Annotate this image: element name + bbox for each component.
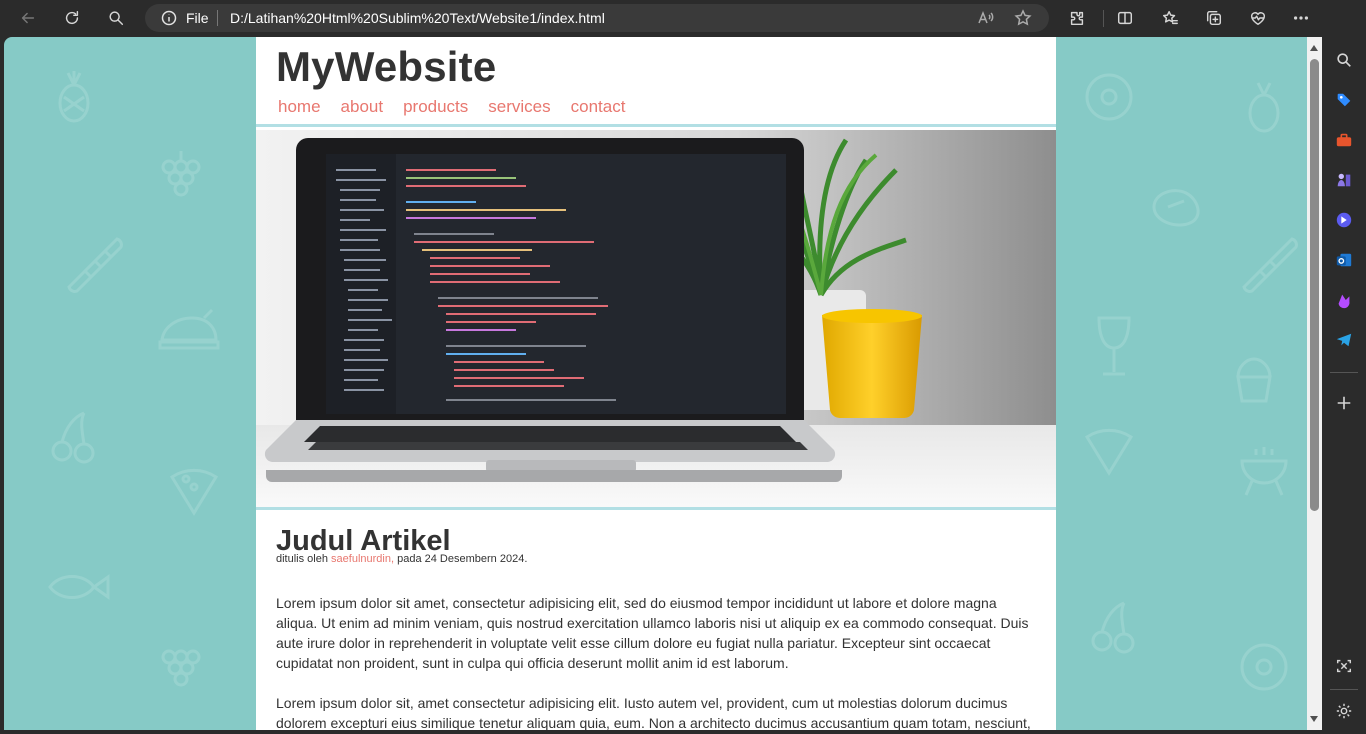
scroll-up-arrow-icon[interactable] bbox=[1310, 45, 1318, 51]
add-icon[interactable] bbox=[1334, 393, 1354, 413]
sidebar-divider bbox=[1330, 689, 1358, 690]
baguette-pattern-icon bbox=[59, 227, 129, 302]
nav-link-about[interactable]: about bbox=[341, 97, 384, 117]
favorite-star-icon[interactable] bbox=[1014, 9, 1032, 27]
donut-pattern-icon bbox=[1079, 67, 1139, 132]
nav-link-products[interactable]: products bbox=[403, 97, 468, 117]
browser-sidebar bbox=[1322, 0, 1366, 734]
telegram-icon[interactable] bbox=[1334, 330, 1354, 350]
website-container: MyWebsite home about products services c… bbox=[256, 37, 1056, 730]
donut-pattern-icon bbox=[1234, 637, 1294, 702]
scroll-down-arrow-icon[interactable] bbox=[1310, 716, 1318, 722]
games-icon[interactable] bbox=[1334, 170, 1354, 190]
info-icon[interactable] bbox=[161, 10, 177, 26]
article-paragraph: Lorem ipsum dolor sit amet, consectetur … bbox=[276, 595, 1029, 671]
shopping-tag-icon[interactable] bbox=[1334, 90, 1354, 110]
steak-pattern-icon bbox=[1144, 177, 1214, 242]
cherry-pattern-icon bbox=[44, 407, 104, 472]
screenshot-icon[interactable] bbox=[1334, 656, 1354, 676]
more-icon[interactable] bbox=[1286, 4, 1316, 32]
search-icon[interactable] bbox=[101, 4, 131, 32]
read-aloud-icon[interactable] bbox=[977, 9, 995, 27]
browser-toolbar: File D:/Latihan%20Html%20Sublim%20Text/W… bbox=[0, 0, 1366, 37]
refresh-icon[interactable] bbox=[57, 4, 87, 32]
scrollbar-thumb[interactable] bbox=[1310, 59, 1319, 511]
settings-icon[interactable] bbox=[1334, 701, 1354, 721]
site-header: MyWebsite home about products services c… bbox=[256, 37, 1056, 127]
toolbar-divider bbox=[1103, 10, 1104, 27]
scheme-label: File bbox=[186, 10, 209, 26]
pizza-pattern-icon bbox=[1079, 417, 1139, 482]
search-icon[interactable] bbox=[1334, 50, 1354, 70]
author-link[interactable]: saefulnurdin, bbox=[331, 553, 394, 565]
hero-image bbox=[256, 130, 1056, 510]
wine-glass-pattern-icon bbox=[1089, 312, 1139, 387]
browser-essentials-icon[interactable] bbox=[1243, 4, 1273, 32]
grill-pattern-icon bbox=[1234, 437, 1294, 502]
pineapple-pattern-icon bbox=[1234, 77, 1294, 142]
grapes-pattern-icon bbox=[154, 637, 204, 702]
nav-link-contact[interactable]: contact bbox=[571, 97, 626, 117]
collections-icon[interactable] bbox=[1199, 4, 1229, 32]
sidebar-divider bbox=[1330, 372, 1358, 373]
meta-suffix: pada 24 Desembern 2024. bbox=[397, 553, 528, 565]
nav-link-services[interactable]: services bbox=[488, 97, 550, 117]
address-divider bbox=[217, 10, 218, 26]
tools-icon[interactable] bbox=[1334, 130, 1354, 150]
copilot-icon[interactable] bbox=[1334, 210, 1354, 230]
cherry-pattern-icon bbox=[1084, 597, 1144, 662]
back-icon[interactable] bbox=[13, 4, 43, 32]
article-meta: ditulis oleh saefulnurdin, pada 24 Desem… bbox=[276, 553, 1036, 565]
page-scrollbar[interactable] bbox=[1307, 37, 1322, 730]
pizza-pattern-icon bbox=[164, 457, 224, 522]
chicken-pattern-icon bbox=[154, 302, 224, 367]
favorites-icon[interactable] bbox=[1155, 4, 1185, 32]
grapes-pattern-icon bbox=[154, 147, 204, 212]
article: Judul Artikel ditulis oleh saefulnurdin,… bbox=[276, 525, 1036, 730]
split-screen-icon[interactable] bbox=[1110, 4, 1140, 32]
site-title: MyWebsite bbox=[276, 43, 497, 90]
cupcake-pattern-icon bbox=[1224, 347, 1284, 412]
outlook-icon[interactable] bbox=[1334, 250, 1354, 270]
laptop-photo bbox=[256, 130, 1056, 507]
nav-link-home[interactable]: home bbox=[278, 97, 321, 117]
page-viewport: MyWebsite home about products services c… bbox=[4, 37, 1307, 730]
site-nav: home about products services contact bbox=[278, 97, 645, 117]
pineapple-pattern-icon bbox=[44, 67, 104, 132]
address-bar[interactable]: File D:/Latihan%20Html%20Sublim%20Text/W… bbox=[145, 4, 1049, 32]
drop-icon[interactable] bbox=[1334, 290, 1354, 310]
meta-prefix: ditulis oleh bbox=[276, 553, 328, 565]
fish-pattern-icon bbox=[44, 567, 114, 612]
article-paragraph: Lorem ipsum dolor sit, amet consectetur … bbox=[276, 695, 1031, 730]
extensions-icon[interactable] bbox=[1062, 4, 1092, 32]
baguette-pattern-icon bbox=[1234, 227, 1304, 302]
url-text[interactable]: D:/Latihan%20Html%20Sublim%20Text/Websit… bbox=[230, 10, 605, 26]
